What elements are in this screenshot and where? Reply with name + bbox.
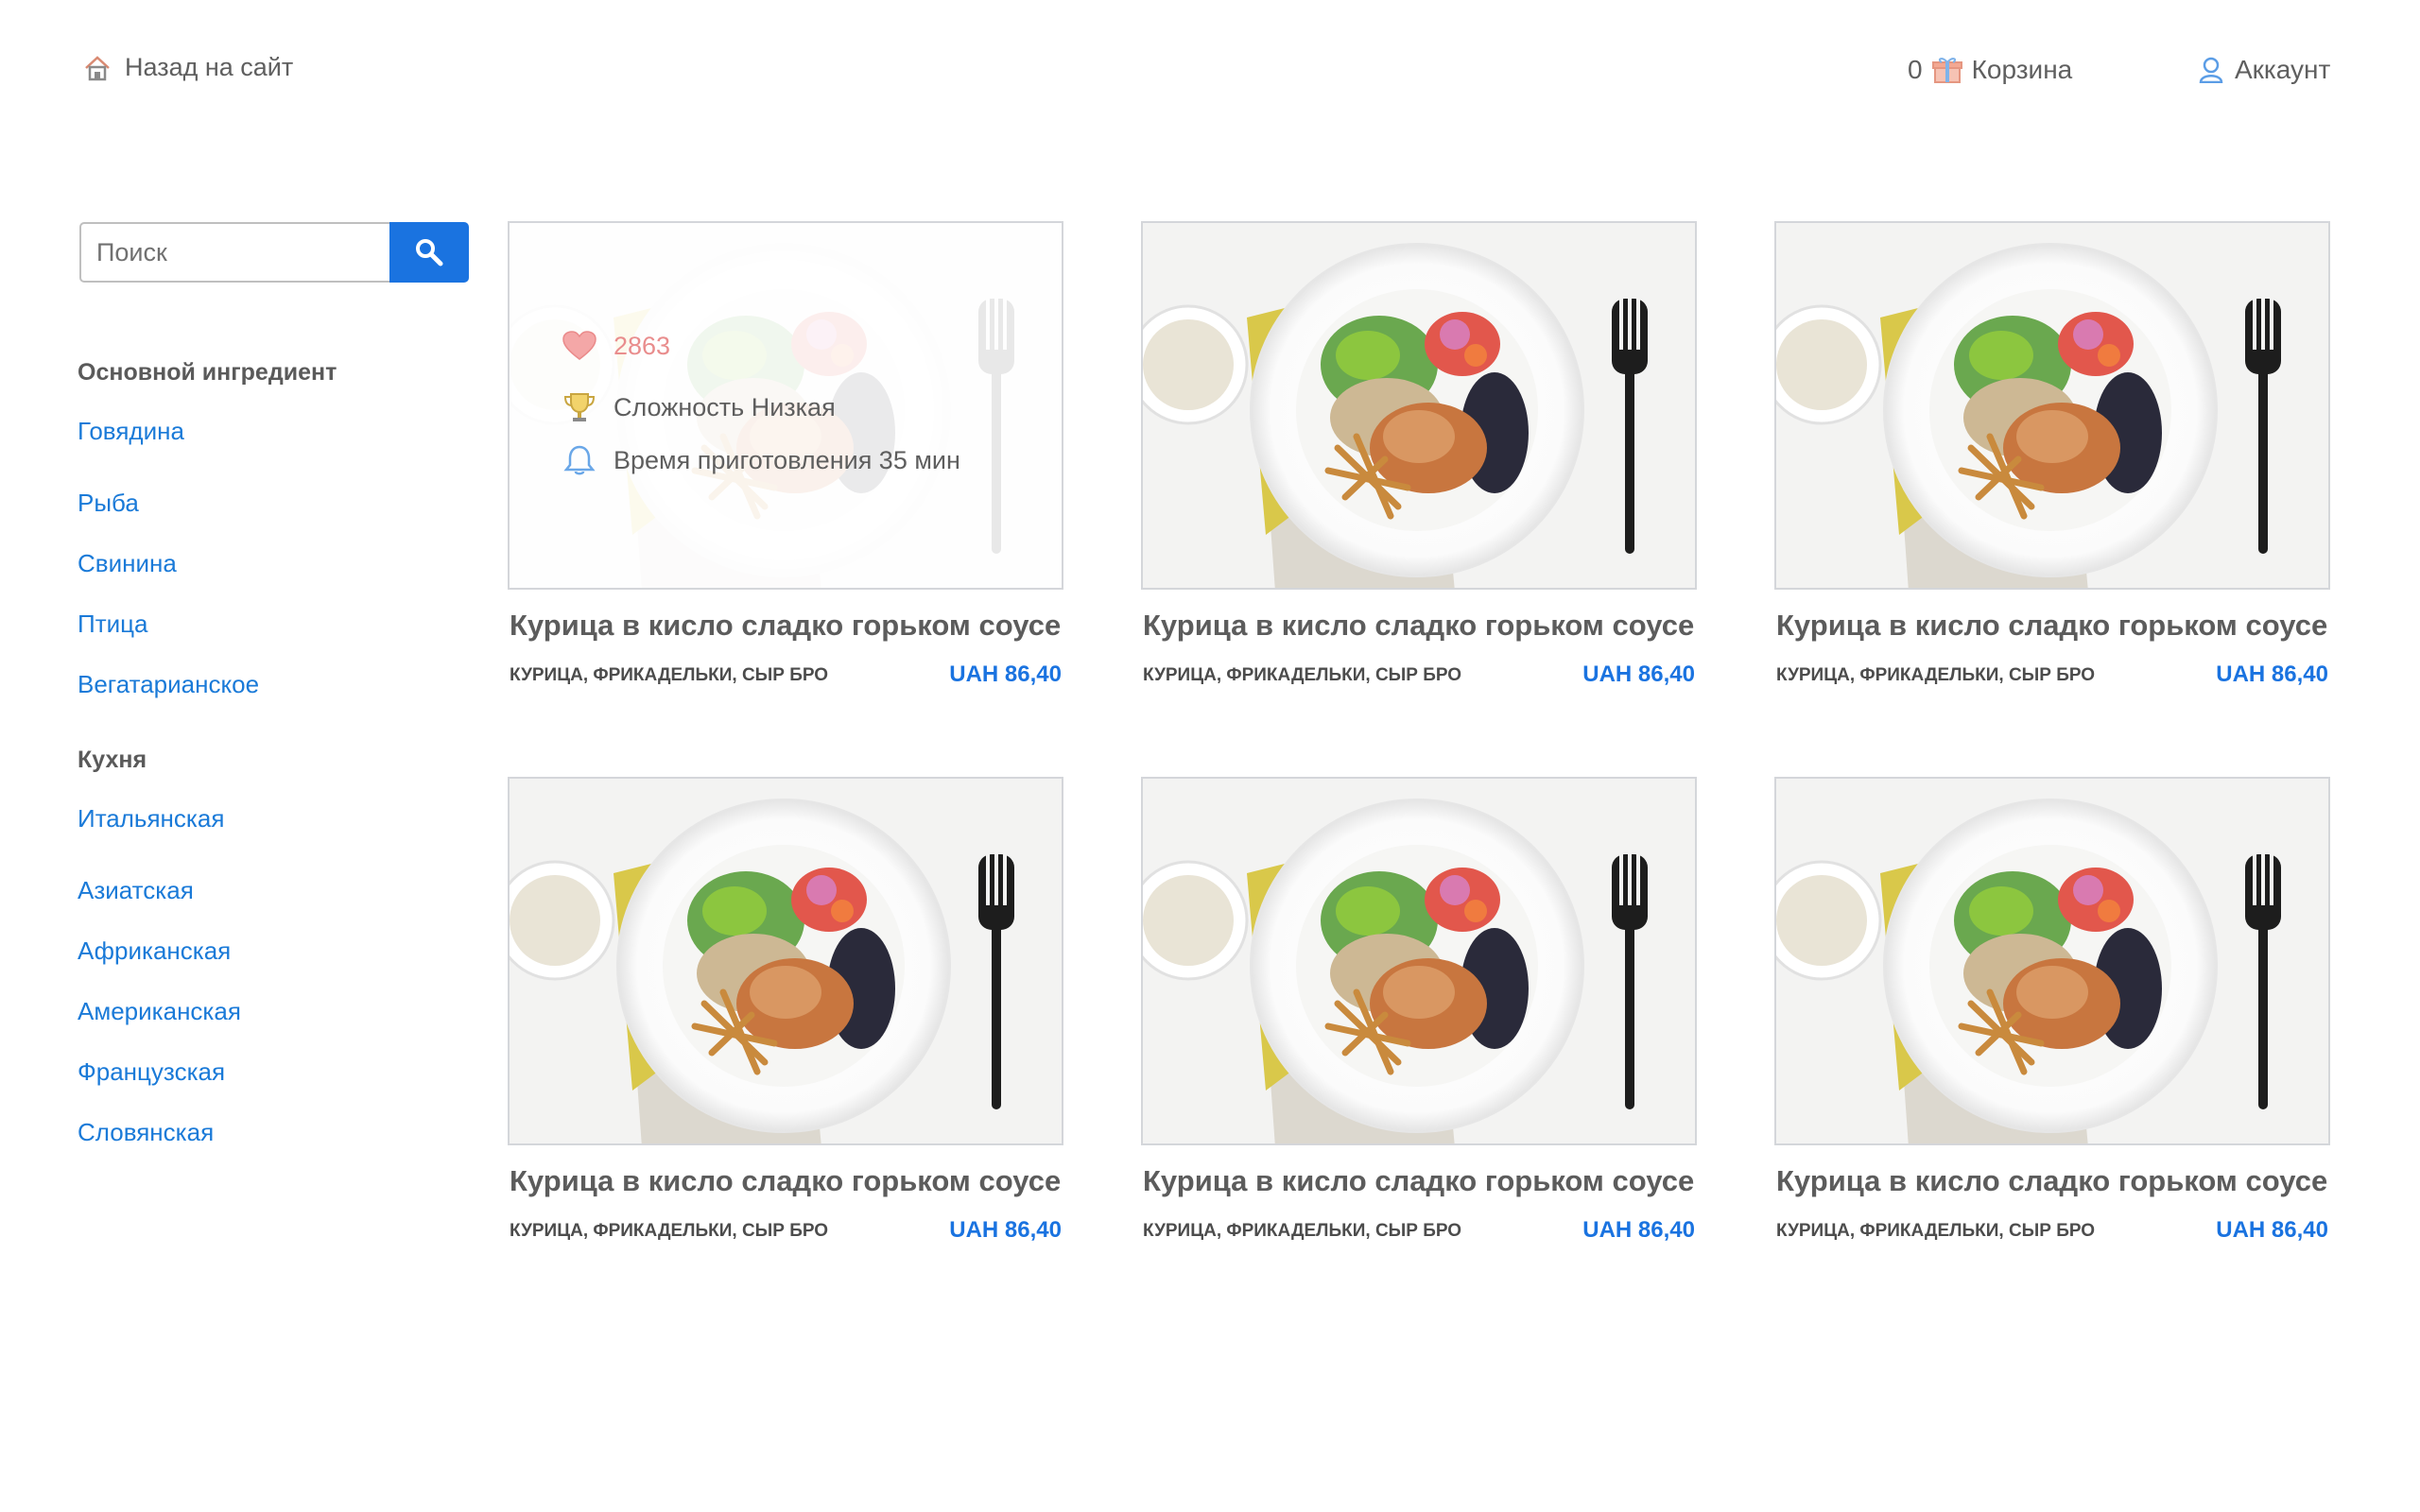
filter-cuisine-slavic[interactable]: Словянская [78, 1102, 241, 1162]
search-box [79, 222, 469, 283]
dish-photo [1776, 779, 2330, 1145]
cook-time-row: Время приготовления 35 мин [562, 444, 960, 476]
dish-photo [1776, 223, 2330, 590]
product-card[interactable]: Курица в кисло сладко горьком соусе КУРИ… [1774, 777, 2330, 1268]
product-image[interactable]: 2863 Сложность Низкая Время приготовлени… [508, 221, 1063, 590]
back-to-site-label: Назад на сайт [125, 53, 294, 81]
product-card[interactable]: Курица в кисло сладко горьком соусе КУРИ… [1774, 221, 2330, 713]
account-button[interactable]: Аккаунт [2199, 55, 2330, 85]
filter-ingredient-beef[interactable]: Говядина [78, 412, 337, 450]
cuisine-filter-title: Кухня [78, 747, 147, 773]
filter-cuisine-italian[interactable]: Итальянская [78, 799, 241, 837]
search-button[interactable] [389, 222, 469, 283]
filter-ingredient-vegetarian[interactable]: Вегатарианское [78, 654, 337, 714]
likes-row[interactable]: 2863 [562, 331, 670, 361]
home-icon [85, 55, 110, 80]
product-price: UAH 86,40 [949, 1217, 1062, 1243]
cook-time-label: Время приготовления 35 мин [614, 445, 960, 474]
product-image[interactable] [1774, 221, 2330, 590]
product-price: UAH 86,40 [2216, 662, 2328, 687]
product-ingredients: КУРИЦА, ФРИКАДЕЛЬКИ, СЫР БРО [1776, 1221, 2096, 1241]
product-details-overlay: 2863 Сложность Низкая Время приготовлени… [510, 223, 1062, 588]
filter-cuisine-american[interactable]: Американская [78, 981, 241, 1041]
product-card[interactable]: Курица в кисло сладко горьком соусе КУРИ… [1141, 777, 1697, 1268]
product-title[interactable]: Курица в кисло сладко горьком соусе [510, 1164, 1061, 1198]
product-title[interactable]: Курица в кисло сладко горьком соусе [1776, 1164, 2327, 1198]
back-to-site-link[interactable]: Назад на сайт [83, 53, 293, 82]
gift-icon [1931, 58, 1962, 83]
difficulty-label: Сложность Низкая [614, 392, 836, 421]
top-bar: Назад на сайт 0 Корзина Аккаунт [0, 0, 2420, 151]
heart-icon [562, 331, 596, 360]
product-title[interactable]: Курица в кисло сладко горьком соусе [1776, 609, 2327, 643]
likes-count: 2863 [614, 331, 671, 360]
product-card[interactable]: Курица в кисло сладко горьком соусе КУРИ… [508, 777, 1063, 1268]
cart-label: Корзина [1971, 55, 2073, 84]
product-card[interactable]: Курица в кисло сладко горьком соусе КУРИ… [1141, 221, 1697, 713]
product-title[interactable]: Курица в кисло сладко горьком соусе [510, 609, 1061, 643]
product-image[interactable] [1774, 777, 2330, 1145]
filter-cuisine-french[interactable]: Французская [78, 1041, 241, 1102]
cart-count: 0 [1908, 55, 1923, 84]
filter-ingredient-poultry[interactable]: Птица [78, 593, 337, 654]
product-image[interactable] [1141, 777, 1697, 1145]
product-ingredients: КУРИЦА, ФРИКАДЕЛЬКИ, СЫР БРО [1143, 1221, 1462, 1241]
filter-cuisine-asian[interactable]: Азиатская [78, 860, 241, 920]
ingredient-filter-title: Основной ингредиент [78, 359, 337, 386]
dish-photo [510, 779, 1063, 1145]
search-icon [416, 239, 443, 266]
product-price: UAH 86,40 [1582, 662, 1695, 687]
cart-button[interactable]: 0 Корзина [1908, 55, 2072, 85]
product-image[interactable] [508, 777, 1063, 1145]
dish-photo [1143, 223, 1697, 590]
account-label: Аккаунт [2235, 55, 2331, 84]
filter-cuisine-african[interactable]: Африканская [78, 920, 241, 981]
product-price: UAH 86,40 [2216, 1217, 2328, 1243]
product-ingredients: КУРИЦА, ФРИКАДЕЛЬКИ, СЫР БРО [1776, 665, 2096, 685]
product-title[interactable]: Курица в кисло сладко горьком соусе [1143, 1164, 1694, 1198]
filter-ingredient-pork[interactable]: Свинина [78, 533, 337, 593]
dish-photo [1143, 779, 1697, 1145]
filter-ingredient-fish[interactable]: Рыба [78, 472, 337, 533]
search-input[interactable] [79, 222, 389, 283]
product-image[interactable] [1141, 221, 1697, 590]
product-ingredients: КУРИЦА, ФРИКАДЕЛЬКИ, СЫР БРО [1143, 665, 1462, 685]
bell-icon [563, 445, 596, 475]
product-ingredients: КУРИЦА, ФРИКАДЕЛЬКИ, СЫР БРО [510, 665, 829, 685]
cuisine-filter: Кухня Итальянская Азиатская Африканская … [78, 741, 241, 1162]
difficulty-row: Сложность Низкая [562, 391, 836, 423]
product-price: UAH 86,40 [1582, 1217, 1695, 1243]
ingredient-filter: Основной ингредиент Говядина Рыба Свинин… [78, 353, 337, 714]
trophy-icon [563, 393, 596, 421]
product-ingredients: КУРИЦА, ФРИКАДЕЛЬКИ, СЫР БРО [510, 1221, 829, 1241]
product-card[interactable]: 2863 Сложность Низкая Время приготовлени… [508, 221, 1063, 713]
product-title[interactable]: Курица в кисло сладко горьком соусе [1143, 609, 1694, 643]
product-price: UAH 86,40 [949, 662, 1062, 687]
user-icon [2199, 57, 2223, 83]
